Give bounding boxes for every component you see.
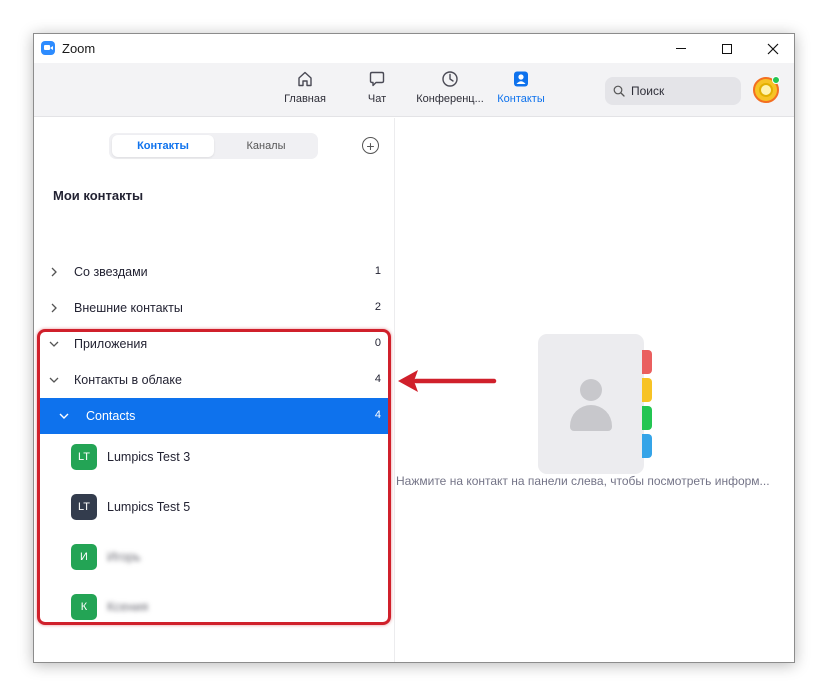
contact-name: Игорь	[107, 550, 141, 564]
chevron-right-icon	[51, 303, 57, 313]
contacts-icon	[514, 71, 528, 87]
group-apps[interactable]: Приложения 0	[34, 326, 389, 362]
group-count: 0	[374, 337, 381, 349]
subgroup-contacts[interactable]: Contacts 4	[38, 398, 389, 434]
contact-name: Lumpics Test 3	[107, 450, 191, 464]
book-tab-yellow	[642, 378, 652, 402]
minimize-button[interactable]	[658, 34, 704, 63]
contact-avatar: И	[71, 544, 97, 570]
home-icon	[298, 71, 312, 87]
contact-name: Ксения	[107, 600, 149, 614]
zoom-logo-icon	[41, 41, 55, 55]
empty-state-hint: Нажмите на контакт на панели слева, чтоб…	[396, 474, 770, 488]
lemon-icon	[759, 83, 773, 97]
nav-home[interactable]: Главная	[280, 69, 330, 105]
contact-avatar: LT	[71, 444, 97, 470]
group-label: Со звездами	[74, 265, 148, 279]
tab-contacts[interactable]: Контакты	[112, 135, 214, 157]
group-cloud-contacts[interactable]: Контакты в облаке 4	[34, 362, 389, 398]
nav-home-label: Главная	[284, 93, 326, 105]
group-label: Внешние контакты	[74, 301, 183, 315]
minimize-icon	[676, 48, 686, 49]
presence-status-icon	[772, 76, 780, 84]
window-title: Zoom	[62, 41, 96, 56]
nav-meetings-label: Конференц...	[416, 93, 484, 105]
contact-avatar: LT	[71, 494, 97, 520]
group-label: Контакты в облаке	[74, 373, 182, 387]
search-placeholder: Поиск	[631, 84, 665, 98]
plus-icon: +	[366, 137, 375, 154]
top-navigation: Главная Чат Конференц... Контакты Поиск	[34, 63, 794, 117]
maximize-icon	[722, 43, 732, 54]
group-label: Приложения	[74, 337, 148, 351]
contact-item[interactable]: К Ксения	[71, 588, 391, 628]
add-contact-button[interactable]: +	[362, 137, 379, 154]
nav-meetings[interactable]: Конференц...	[412, 69, 488, 105]
tab-channels[interactable]: Каналы	[216, 135, 316, 157]
address-book-illustration	[538, 334, 652, 474]
title-bar: Zoom	[34, 34, 794, 63]
search-input[interactable]: Поиск	[605, 77, 741, 105]
zoom-window: Zoom Главная Чат Конференц... Контакты П…	[33, 33, 795, 663]
close-icon	[767, 43, 779, 54]
book-tab-green	[642, 406, 652, 430]
close-button[interactable]	[750, 34, 794, 63]
subgroup-label: Contacts	[86, 409, 136, 423]
contact-item[interactable]: И Игорь	[71, 538, 391, 578]
nav-contacts[interactable]: Контакты	[491, 69, 551, 105]
group-external[interactable]: Внешние контакты 2	[34, 290, 389, 326]
book-tab-blue	[642, 434, 652, 458]
my-contacts-heading: Мои контакты	[53, 188, 144, 203]
group-count: 1	[374, 265, 381, 277]
contact-item[interactable]: LT Lumpics Test 5	[71, 488, 391, 528]
group-count: 2	[374, 301, 381, 313]
contact-name: Lumpics Test 5	[107, 500, 191, 514]
chat-icon	[369, 71, 385, 87]
nav-contacts-label: Контакты	[497, 93, 545, 105]
chevron-down-icon	[59, 413, 69, 419]
person-body-icon	[570, 405, 612, 431]
subgroup-count: 4	[374, 409, 381, 421]
contact-item[interactable]: LT Lumpics Test 3	[71, 438, 391, 478]
group-count: 4	[374, 373, 381, 385]
group-starred[interactable]: Со звездами 1	[34, 254, 389, 290]
nav-chat[interactable]: Чат	[359, 69, 395, 105]
contacts-channels-switch: Контакты Каналы	[109, 133, 318, 159]
contacts-sidebar: Контакты Каналы + Мои контакты Со звезда…	[34, 118, 395, 662]
contact-avatar: К	[71, 594, 97, 620]
contact-details-panel: Нажмите на контакт на панели слева, чтоб…	[396, 118, 794, 662]
chevron-down-icon	[49, 341, 59, 347]
maximize-button[interactable]	[704, 34, 750, 63]
search-icon	[613, 85, 625, 97]
chevron-down-icon	[49, 377, 59, 383]
nav-chat-label: Чат	[367, 93, 387, 105]
clock-icon	[442, 71, 458, 87]
person-head-icon	[580, 379, 602, 401]
chevron-right-icon	[51, 267, 57, 277]
book-tab-red	[642, 350, 652, 374]
